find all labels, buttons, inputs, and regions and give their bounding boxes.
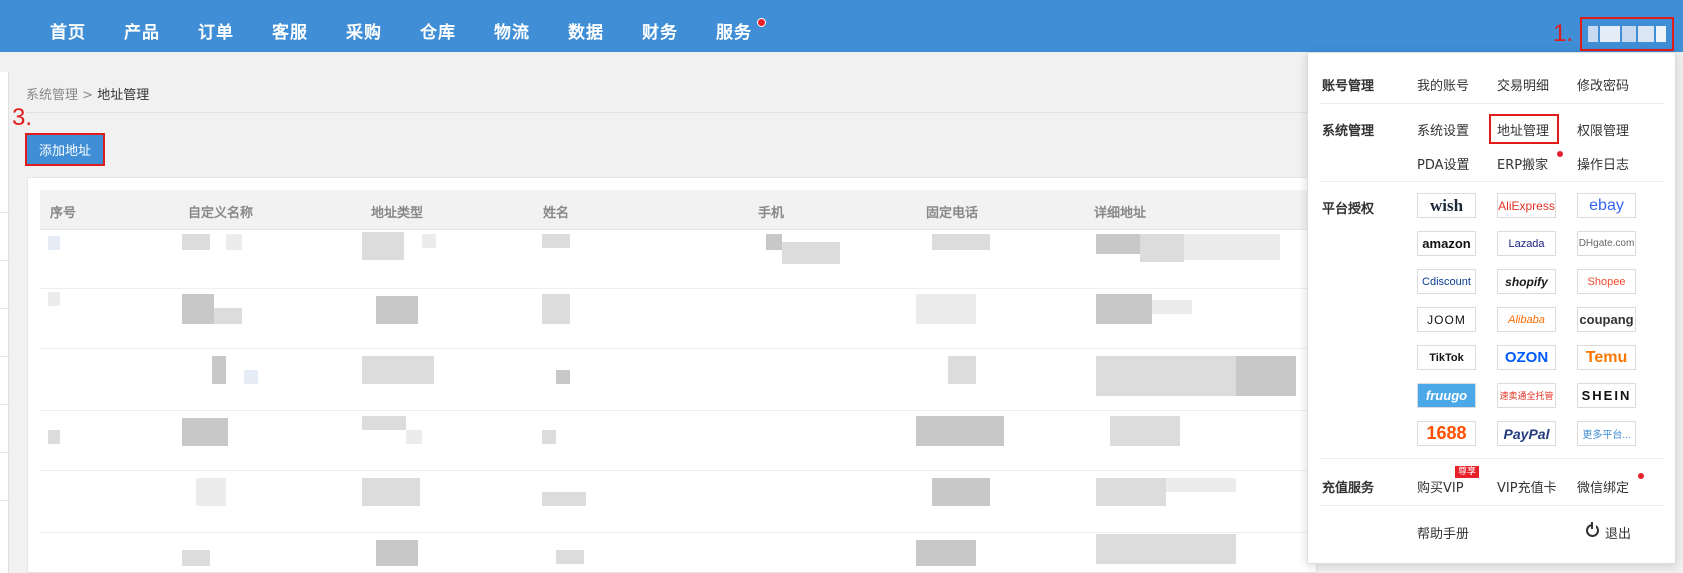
table-header: 序号 自定义名称 地址类型 姓名 手机 固定电话 详细地址 xyxy=(40,190,1317,230)
table-row-divider xyxy=(40,532,1317,533)
divider xyxy=(26,112,1310,113)
section-recharge-services: 充值服务 xyxy=(1322,481,1375,496)
nav-item-logistics[interactable]: 物流 xyxy=(494,18,530,43)
section-account-management: 账号管理 xyxy=(1322,79,1375,94)
column-header-detail-address: 详细地址 xyxy=(1094,206,1147,221)
help-manual-link[interactable]: 帮助手册 xyxy=(1417,523,1469,542)
new-dot xyxy=(1557,151,1563,157)
platform-lazada[interactable]: Lazada xyxy=(1497,231,1556,256)
column-header-custom-name: 自定义名称 xyxy=(188,206,254,221)
column-header-mobile: 手机 xyxy=(758,206,785,221)
notification-dot xyxy=(757,18,766,27)
nav-item-finance[interactable]: 财务 xyxy=(642,18,678,43)
annotation-step-1: 1. xyxy=(1553,20,1574,47)
platform-fruugo[interactable]: fruugo xyxy=(1417,383,1476,408)
my-account-link[interactable]: 我的账号 xyxy=(1417,75,1469,94)
section-system-management: 系统管理 xyxy=(1322,124,1375,139)
platform-temu[interactable]: Temu xyxy=(1577,345,1636,370)
platform-paypal[interactable]: PayPal xyxy=(1497,421,1556,446)
vip-badge: 尊享 xyxy=(1455,466,1480,478)
vip-recharge-card-link[interactable]: VIP充值卡 xyxy=(1497,477,1557,496)
platform-coupang[interactable]: coupang xyxy=(1577,307,1636,332)
system-settings-link[interactable]: 系统设置 xyxy=(1417,120,1469,139)
nav-item-products[interactable]: 产品 xyxy=(124,18,160,43)
platform-cdiscount[interactable]: Cdiscount xyxy=(1417,269,1476,294)
platform-aliexpress-managed[interactable]: 速卖通全托管 xyxy=(1497,383,1556,408)
table-row-divider xyxy=(40,410,1317,411)
table-row-divider xyxy=(40,348,1317,349)
nav-item-data[interactable]: 数据 xyxy=(568,18,604,43)
divider xyxy=(1320,458,1665,459)
column-header-landline: 固定电话 xyxy=(926,206,979,221)
platform-ozon[interactable]: OZON xyxy=(1497,345,1556,370)
platform-joom[interactable]: JOOM xyxy=(1417,307,1476,332)
add-address-button[interactable]: 添加地址 xyxy=(25,133,105,166)
nav-item-orders[interactable]: 订单 xyxy=(198,18,234,43)
change-password-link[interactable]: 修改密码 xyxy=(1577,75,1629,94)
sidebar-collapsed xyxy=(0,72,9,573)
address-management-highlight xyxy=(1489,114,1559,144)
breadcrumb: 系统管理 > 地址管理 xyxy=(26,84,149,103)
column-header-name: 姓名 xyxy=(543,206,570,221)
platform-aliexpress[interactable]: AliExpress xyxy=(1497,193,1556,218)
divider xyxy=(1320,505,1665,506)
platform-dhgate[interactable]: DHgate.com xyxy=(1577,231,1636,256)
user-account-menu[interactable] xyxy=(1588,26,1666,42)
platform-1688[interactable]: 1688 xyxy=(1417,421,1476,446)
platform-wish[interactable]: wish xyxy=(1417,193,1476,218)
permission-management-link[interactable]: 权限管理 xyxy=(1577,120,1629,139)
column-header-index: 序号 xyxy=(50,206,77,221)
platform-shein[interactable]: SHEIN xyxy=(1577,383,1636,408)
breadcrumb-separator: > xyxy=(82,88,94,103)
logout-link[interactable]: 退出 xyxy=(1605,523,1631,542)
pda-settings-link[interactable]: PDA设置 xyxy=(1417,154,1470,173)
nav-item-purchasing[interactable]: 采购 xyxy=(346,18,382,43)
new-dot xyxy=(1638,473,1644,479)
platform-amazon[interactable]: amazon xyxy=(1417,231,1476,256)
top-nav-bar: 首页 产品 订单 客服 采购 仓库 物流 数据 财务 服务 xyxy=(0,0,1683,52)
erp-migration-link[interactable]: ERP搬家 xyxy=(1497,154,1548,173)
breadcrumb-current: 地址管理 xyxy=(97,88,150,103)
table-row-divider xyxy=(40,470,1317,471)
table-row-divider xyxy=(40,288,1317,289)
more-platforms-button[interactable]: 更多平台... xyxy=(1577,421,1636,446)
nav-item-services[interactable]: 服务 xyxy=(716,18,752,43)
nav-item-home[interactable]: 首页 xyxy=(50,18,86,43)
section-platform-authorization: 平台授权 xyxy=(1322,202,1375,217)
nav-item-warehouse[interactable]: 仓库 xyxy=(420,18,456,43)
column-header-address-type: 地址类型 xyxy=(371,206,424,221)
breadcrumb-parent[interactable]: 系统管理 xyxy=(26,88,78,103)
annotation-step-3: 3. xyxy=(12,104,33,131)
user-dropdown-menu: 账号管理 我的账号 交易明细 修改密码 系统管理 系统设置 地址管理 权限管理 … xyxy=(1307,52,1676,564)
platform-tiktok[interactable]: TikTok xyxy=(1417,345,1476,370)
platform-shopee[interactable]: Shopee xyxy=(1577,269,1636,294)
nav-item-customer-service[interactable]: 客服 xyxy=(272,18,308,43)
buy-vip-link[interactable]: 购买VIP xyxy=(1417,477,1464,496)
platform-ebay[interactable]: ebay xyxy=(1577,193,1636,218)
transaction-details-link[interactable]: 交易明细 xyxy=(1497,75,1549,94)
divider xyxy=(1320,181,1665,182)
platform-alibaba[interactable]: Alibaba xyxy=(1497,307,1556,332)
power-icon xyxy=(1586,522,1599,537)
operation-log-link[interactable]: 操作日志 xyxy=(1577,154,1629,173)
divider xyxy=(1320,103,1665,104)
wechat-binding-link[interactable]: 微信绑定 xyxy=(1577,477,1629,496)
platform-shopify[interactable]: shopify xyxy=(1497,269,1556,294)
